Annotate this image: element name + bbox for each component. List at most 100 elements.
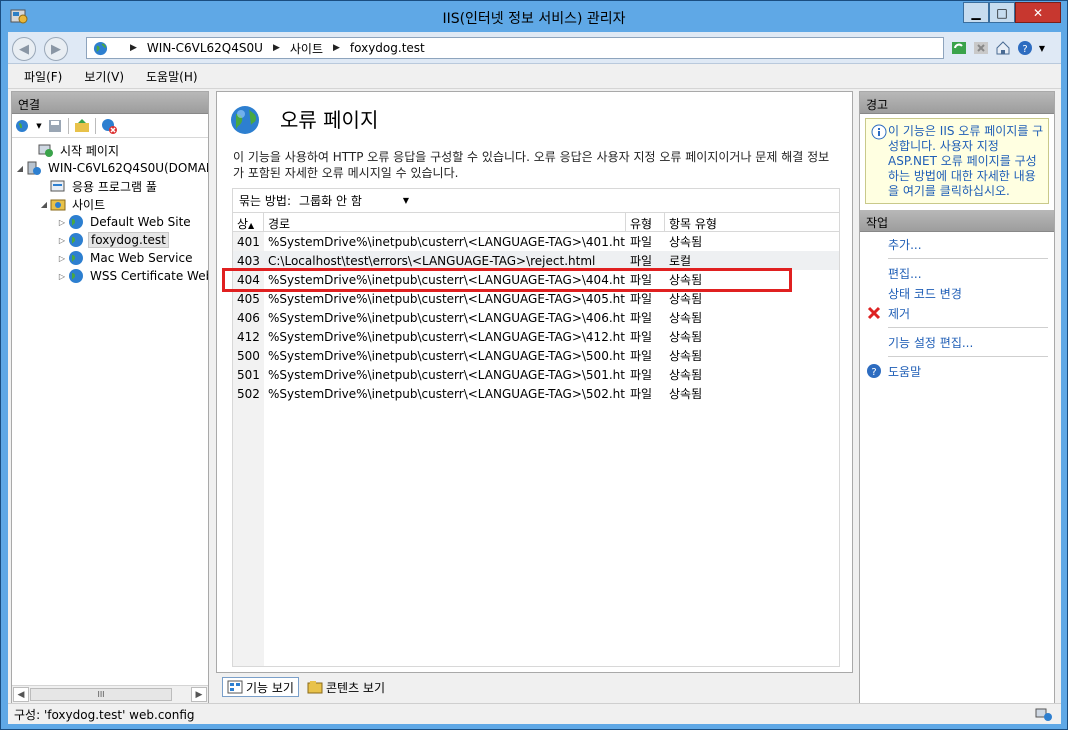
cell-type: 파일: [630, 330, 653, 344]
tree-item-label: WIN-C6VL62Q4S0U(DOMAIN: [48, 161, 208, 175]
tree-item-label: Default Web Site: [90, 215, 191, 229]
status-text: 구성: 'foxydog.test' web.config: [14, 707, 195, 722]
help-dropdown-icon[interactable]: ?: [1016, 39, 1034, 57]
folder-up-icon[interactable]: [73, 117, 91, 135]
tab-features-view[interactable]: 기능 보기: [222, 677, 299, 697]
tab-content-view[interactable]: 콘텐츠 보기: [303, 677, 389, 697]
server-icon: [26, 160, 42, 176]
forward-button[interactable]: ▶: [44, 37, 68, 61]
connections-tree: 시작 페이지 ◢ WIN-C6VL62Q4S0U(DOMAIN 응용 프로그램 …: [12, 141, 208, 679]
action-remove[interactable]: 제거: [860, 303, 1054, 323]
connections-toolbar: ▼: [12, 114, 208, 138]
expand-arrow-icon[interactable]: ▷: [56, 272, 68, 281]
breadcrumb-sites[interactable]: 사이트: [290, 40, 323, 57]
table-row[interactable]: 406 %SystemDrive%\inetpub\custerr\<LANGUA…: [233, 308, 839, 327]
cell-entry-type: 상속됨: [669, 368, 703, 382]
minimize-button[interactable]: ▁: [963, 2, 989, 23]
breadcrumb-separator: ▶: [332, 43, 340, 53]
horizontal-scrollbar[interactable]: ◀ III ▶: [12, 685, 208, 703]
maximize-button[interactable]: □: [989, 2, 1015, 23]
tree-item-foxydog[interactable]: ▷ foxydog.test: [56, 231, 169, 249]
tree-item-app-pools[interactable]: 응용 프로그램 풀: [38, 177, 159, 195]
action-help[interactable]: ? 도움말: [860, 361, 1054, 381]
scroll-thumb[interactable]: III: [30, 688, 172, 701]
disconnect-icon[interactable]: [100, 117, 118, 135]
status-bar: 구성: 'foxydog.test' web.config: [8, 703, 1061, 724]
collapse-arrow-icon[interactable]: ◢: [38, 200, 50, 209]
chevron-down-icon[interactable]: ▼: [1038, 39, 1046, 57]
menu-view[interactable]: 보기(V): [84, 68, 124, 85]
group-by-bar: 묶는 방법: 그룹화 안 함 ▼: [232, 188, 840, 212]
table-row[interactable]: 501 %SystemDrive%\inetpub\custerr\<LANGUA…: [233, 365, 839, 384]
navigation-bar: ◀ ▶ ▶ WIN-C6VL62Q4S0U ▶ 사이트 ▶ foxydog.te…: [8, 32, 1061, 64]
tree-item-label: WSS Certificate Web S: [90, 269, 208, 283]
tree-item-default-web-site[interactable]: ▷ Default Web Site: [56, 213, 193, 231]
refresh-icon[interactable]: [950, 39, 968, 57]
expand-arrow-icon[interactable]: ▷: [56, 236, 68, 245]
start-page-icon: [38, 142, 54, 158]
column-header-entry-type[interactable]: 항목 유형: [665, 213, 839, 231]
tree-item-wss-certificate[interactable]: ▷ WSS Certificate Web S: [56, 267, 208, 285]
cell-path: %SystemDrive%\inetpub\custerr\<LANGUAGE-…: [268, 310, 626, 325]
save-icon[interactable]: [46, 117, 64, 135]
connect-globe-icon[interactable]: [14, 117, 32, 135]
cell-status: 403: [237, 253, 260, 268]
close-button[interactable]: ✕: [1015, 2, 1061, 23]
group-by-value: 그룹화 안 함: [299, 194, 362, 208]
cell-entry-type: 상속됨: [669, 349, 703, 363]
chevron-down-icon[interactable]: ▼: [36, 117, 42, 135]
cell-entry-type: 상속됨: [669, 235, 703, 249]
action-change-status-code[interactable]: 상태 코드 변경: [860, 283, 1054, 303]
table-row[interactable]: 401 %SystemDrive%\inetpub\custerr\<LANGUA…: [233, 232, 839, 251]
menu-help[interactable]: 도움말(H): [146, 68, 198, 85]
breadcrumb-server[interactable]: WIN-C6VL62Q4S0U: [147, 41, 263, 55]
client-area: ◀ ▶ ▶ WIN-C6VL62Q4S0U ▶ 사이트 ▶ foxydog.te…: [8, 32, 1061, 724]
connections-panel: 연결 ▼ 시작 페이지 ◢ WIN-C6VL62Q4S0U(DOMAIN 응용 …: [11, 91, 209, 704]
expand-arrow-icon[interactable]: ▷: [56, 218, 68, 227]
action-add[interactable]: 추가...: [860, 234, 1054, 254]
cell-status: 405: [237, 291, 260, 306]
tree-item-label: 사이트: [72, 197, 106, 212]
column-header-path[interactable]: 경로: [264, 213, 626, 231]
breadcrumb-site[interactable]: foxydog.test: [350, 41, 425, 55]
home-icon[interactable]: [994, 39, 1012, 57]
scroll-left-icon[interactable]: ◀: [13, 687, 29, 702]
tree-item-mac-web-service[interactable]: ▷ Mac Web Service: [56, 249, 194, 267]
svg-text:?: ?: [1022, 44, 1027, 55]
group-by-select[interactable]: 그룹화 안 함 ▼: [299, 192, 409, 209]
table-row[interactable]: 500 %SystemDrive%\inetpub\custerr\<LANGUA…: [233, 346, 839, 365]
tree-item-sites[interactable]: ◢ 사이트: [38, 195, 107, 213]
cell-type: 파일: [630, 311, 653, 325]
collapse-arrow-icon[interactable]: ◢: [14, 164, 26, 173]
column-header-type[interactable]: 유형: [626, 213, 665, 231]
sort-arrow-icon: ▲: [248, 221, 255, 230]
tab-label: 기능 보기: [246, 680, 294, 695]
cell-path: %SystemDrive%\inetpub\custerr\<LANGUAGE-…: [268, 329, 626, 344]
tab-label: 콘텐츠 보기: [325, 680, 385, 695]
cell-path: %SystemDrive%\inetpub\custerr\<LANGUAGE-…: [268, 367, 626, 382]
menu-file[interactable]: 파일(F): [24, 68, 62, 85]
feature-panel: 오류 페이지 이 기능을 사용하여 HTTP 오류 응답을 구성할 수 있습니다…: [216, 91, 853, 673]
back-button[interactable]: ◀: [12, 37, 36, 61]
column-header-status[interactable]: 상▲: [233, 213, 264, 231]
cell-path: C:\Localhost\test\errors\<LANGUAGE-TAG>\…: [268, 253, 596, 268]
tree-item-server[interactable]: ◢ WIN-C6VL62Q4S0U(DOMAIN: [14, 159, 208, 177]
cell-type: 파일: [630, 368, 653, 382]
table-row[interactable]: 412 %SystemDrive%\inetpub\custerr\<LANGUA…: [233, 327, 839, 346]
table-row[interactable]: 502 %SystemDrive%\inetpub\custerr\<LANGUA…: [233, 384, 839, 403]
action-edit[interactable]: 편집...: [860, 263, 1054, 283]
cell-status: 502: [237, 386, 260, 401]
iis-manager-window: IIS(인터넷 정보 서비스) 관리자 ▁ □ ✕ ◀ ▶ ▶ WIN-C6VL…: [0, 0, 1068, 730]
scroll-right-icon[interactable]: ▶: [191, 687, 207, 702]
cell-entry-type: 상속됨: [669, 387, 703, 401]
page-title: 오류 페이지: [280, 108, 379, 132]
expand-arrow-icon[interactable]: ▷: [56, 254, 68, 263]
alert-box[interactable]: 이 기능은 IIS 오류 페이지를 구성합니다. 사용자 지정 ASP.NET …: [865, 118, 1049, 204]
cell-entry-type: 상속됨: [669, 330, 703, 344]
info-icon: [871, 124, 887, 140]
alerts-header: 경고: [860, 92, 1054, 114]
address-bar[interactable]: ▶ WIN-C6VL62Q4S0U ▶ 사이트 ▶ foxydog.test: [86, 37, 944, 59]
tree-item-start-page[interactable]: 시작 페이지: [26, 141, 121, 159]
action-edit-feature-settings[interactable]: 기능 설정 편집...: [860, 332, 1054, 352]
stop-icon[interactable]: [972, 39, 990, 57]
